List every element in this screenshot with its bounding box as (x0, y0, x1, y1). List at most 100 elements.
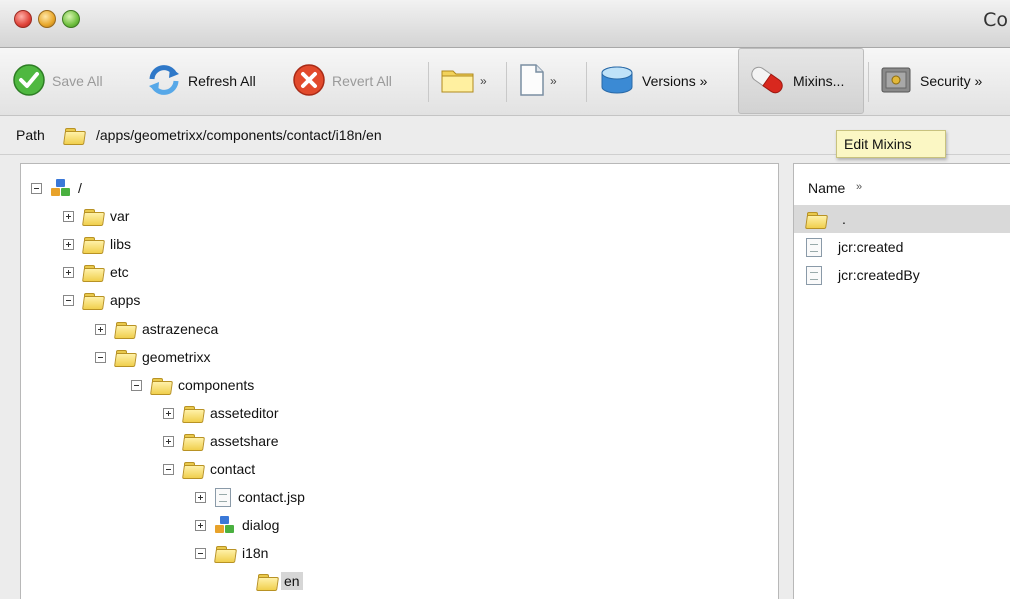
versions-label: Versions » (642, 73, 708, 89)
column-more-indicator[interactable]: » (856, 181, 862, 193)
repository-tree[interactable]: / var libs etc apps astrazeneca geometri… (20, 163, 779, 599)
file-more-indicator: » (550, 74, 557, 88)
tree-node-var[interactable]: var (63, 203, 129, 229)
property-row[interactable]: jcr:createdBy (794, 261, 1010, 289)
tree-node-label: en (281, 572, 303, 590)
tree-node-label: geometrixx (142, 349, 211, 365)
toolbar-separator (506, 62, 507, 102)
expand-toggle[interactable] (163, 435, 174, 447)
minimize-window-button[interactable] (38, 10, 56, 28)
tree-node-apps[interactable]: apps (63, 287, 140, 313)
expand-toggle[interactable] (63, 266, 74, 278)
tree-node-assetshare[interactable]: assetshare (163, 428, 278, 454)
collapse-toggle[interactable] (95, 351, 106, 363)
folder-icon (440, 65, 476, 98)
collapse-toggle[interactable] (195, 547, 206, 559)
refresh-icon (146, 63, 182, 100)
tree-node-root[interactable]: / (31, 175, 82, 201)
refresh-all-label: Refresh All (188, 73, 256, 89)
tree-node-contact[interactable]: contact (163, 456, 255, 482)
versions-button[interactable]: Versions » (590, 48, 715, 114)
property-name: jcr:created (838, 239, 904, 255)
tree-node-label: apps (110, 292, 141, 308)
toolbar-separator (868, 62, 869, 102)
folder-icon (257, 573, 277, 590)
property-row[interactable]: jcr:created (794, 233, 1010, 261)
expand-toggle[interactable] (63, 238, 74, 250)
refresh-all-button[interactable]: Refresh All (138, 48, 264, 114)
folder-icon (183, 433, 203, 450)
safe-icon (878, 63, 914, 100)
tree-node-label: etc (110, 264, 129, 280)
file-icon (518, 63, 546, 100)
tree-node-label: libs (110, 236, 132, 252)
property-name: jcr:createdBy (838, 267, 920, 283)
tree-node-label: contact.jsp (238, 489, 305, 505)
folder-icon (115, 349, 135, 366)
checkmark-icon (12, 63, 46, 100)
tree-node-libs[interactable]: libs (63, 231, 131, 257)
file-icon (215, 487, 231, 507)
mixins-tooltip: Edit Mixins (836, 130, 946, 158)
expand-toggle[interactable] (63, 210, 74, 222)
toolbar-separator (428, 62, 429, 102)
expand-toggle[interactable] (195, 491, 206, 503)
security-label: Security » (920, 73, 983, 89)
pill-icon (747, 63, 787, 100)
expand-toggle[interactable] (95, 323, 106, 335)
zoom-window-button[interactable] (62, 10, 80, 28)
tree-node-label: components (178, 377, 255, 393)
tree-node-label: / (78, 180, 82, 196)
path-field[interactable]: /apps/geometrixx/components/contact/i18n… (96, 127, 382, 143)
collapse-toggle[interactable] (31, 182, 42, 194)
name-column-header[interactable]: Name » (794, 164, 1010, 204)
new-folder-menu-button[interactable]: » (432, 48, 495, 114)
folder-icon (83, 236, 103, 253)
revert-all-button[interactable]: Revert All (284, 48, 400, 114)
new-file-menu-button[interactable]: » (510, 48, 565, 114)
folder-icon (183, 461, 203, 478)
tree-node-components[interactable]: components (131, 372, 254, 398)
expand-toggle[interactable] (163, 407, 174, 419)
property-row[interactable]: . (794, 205, 1010, 233)
tree-node-label: assetshare (210, 433, 279, 449)
title-bar: Co (0, 0, 1010, 48)
collapse-toggle[interactable] (163, 463, 174, 475)
mixins-button[interactable]: Mixins... (738, 48, 864, 114)
revert-all-label: Revert All (332, 73, 392, 89)
folder-icon (64, 127, 84, 144)
folder-icon (115, 321, 135, 338)
tree-node-i18n[interactable]: i18n (195, 540, 268, 566)
toolbar: Save All Refresh All Revert All » » Vers… (0, 48, 1010, 116)
toolbar-separator (586, 62, 587, 102)
date-property-icon (806, 237, 822, 257)
tree-node-dialog[interactable]: dialog (195, 512, 279, 538)
versions-icon (598, 63, 636, 100)
collapse-toggle[interactable] (131, 379, 142, 391)
security-button[interactable]: Security » (870, 48, 990, 114)
folder-icon (83, 264, 103, 281)
path-label: Path (16, 127, 45, 143)
name-column-label: Name (808, 180, 846, 196)
close-window-button[interactable] (14, 10, 32, 28)
string-property-icon (806, 265, 822, 285)
save-all-label: Save All (52, 73, 103, 89)
window-title: Co (983, 9, 1008, 31)
tree-node-etc[interactable]: etc (63, 259, 129, 285)
tree-node-label: i18n (242, 545, 269, 561)
tree-node-astrazeneca[interactable]: astrazeneca (95, 316, 218, 342)
tree-node-en[interactable]: en (257, 568, 303, 594)
tree-node-contact-jsp[interactable]: contact.jsp (195, 484, 305, 510)
save-all-button[interactable]: Save All (4, 48, 111, 114)
expand-toggle[interactable] (195, 519, 206, 531)
mixins-label: Mixins... (793, 73, 845, 89)
tree-node-asseteditor[interactable]: asseteditor (163, 400, 278, 426)
tree-node-label: var (110, 208, 130, 224)
folder-icon (83, 292, 103, 309)
collapse-toggle[interactable] (63, 294, 74, 306)
tree-node-geometrixx[interactable]: geometrixx (95, 344, 210, 370)
folder-icon (151, 377, 171, 394)
tree-node-label: contact (210, 461, 256, 477)
folder-icon (183, 405, 203, 422)
folder-icon (806, 211, 826, 228)
